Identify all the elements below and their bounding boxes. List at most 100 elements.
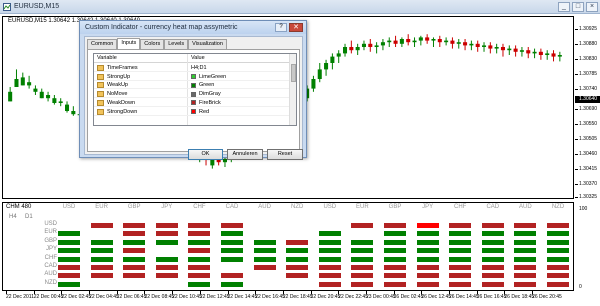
input-value[interactable]: Green <box>199 82 214 88</box>
reset-button[interactable]: Reset <box>267 149 303 160</box>
input-row[interactable]: StrongUp LimeGreen <box>94 73 290 81</box>
heatmap-cell <box>351 281 374 287</box>
candle-body <box>557 55 562 57</box>
time-tick-label: 22 Dec 00:45 <box>33 291 64 300</box>
heatmap-cell <box>416 265 439 270</box>
heatmap-cell <box>123 248 146 254</box>
minimize-button[interactable]: _ <box>558 2 570 12</box>
heatmap-column-header: NZD <box>551 204 565 210</box>
column-header-value[interactable]: Value <box>191 55 205 61</box>
heatmap-cell <box>155 231 178 237</box>
maximize-button[interactable]: □ <box>572 2 584 12</box>
heatmap-cell <box>514 273 537 279</box>
candle-body <box>39 91 44 99</box>
time-tick-label: 22 Dec 06:45 <box>116 291 147 300</box>
input-row[interactable]: StrongDown Red <box>94 108 290 116</box>
heatmap-cell <box>351 239 374 245</box>
timeframe-label: D1 <box>25 214 33 220</box>
candle-body <box>336 53 341 57</box>
heatmap-cell <box>123 273 146 279</box>
candle-body <box>374 45 379 47</box>
candle-body <box>450 40 455 44</box>
window-title-bar: EURUSD,M15 _ □ × <box>0 0 600 14</box>
candle-body <box>46 95 51 99</box>
tab-visualization[interactable]: Visualization <box>188 39 227 49</box>
heatmap-cell <box>188 231 211 237</box>
input-variable-name: StrongDown <box>107 108 138 115</box>
candle-body <box>14 79 19 87</box>
heatmap-column-header: AUD <box>258 204 271 210</box>
heatmap-cell <box>286 273 309 279</box>
dialog-close-button[interactable]: ✕ <box>289 23 303 32</box>
parameter-icon <box>97 99 104 106</box>
time-axis: 22 Dec 2011 22 Dec 00:45 22 Dec 02:45 22 De… <box>2 291 574 306</box>
input-row[interactable]: WeakUp Green <box>94 81 290 90</box>
color-swatch <box>191 74 196 80</box>
column-header-variable[interactable]: Variable <box>97 55 117 61</box>
candle-body <box>444 40 449 43</box>
heatmap-cell <box>481 273 504 279</box>
tab-colors[interactable]: Colors <box>140 39 165 49</box>
current-price-label: 1.30640 <box>579 96 598 102</box>
vertical-scrollbar[interactable] <box>289 54 296 125</box>
candle-body <box>52 98 57 103</box>
tab-inputs[interactable]: Inputs <box>117 38 141 49</box>
heatmap-subwindow[interactable]: CHM 480 H4 D1 USD EUR GBP JPY CHF CAD AUD NZD US… <box>2 202 574 291</box>
heatmap-cell <box>514 256 537 262</box>
chart-window-icon <box>3 3 11 11</box>
candle-body <box>343 47 348 54</box>
heatmap-cell <box>416 273 439 279</box>
candle-body <box>399 39 404 44</box>
tab-levels[interactable]: Levels <box>164 39 189 49</box>
ok-button[interactable]: OK <box>188 149 223 160</box>
timeframe-label: H4 <box>9 214 17 220</box>
candle-body <box>456 42 461 44</box>
parameter-icon <box>97 91 104 98</box>
input-value[interactable]: FireBrick <box>199 100 221 106</box>
input-value[interactable]: Red <box>199 109 209 115</box>
price-tick: 1.30740 <box>574 86 598 92</box>
heatmap-cell <box>384 248 406 254</box>
cancel-button[interactable]: Annuleren <box>227 149 263 160</box>
input-row[interactable]: TimeFrames H4;D1 <box>94 64 290 72</box>
candle-body <box>494 47 499 49</box>
parameter-icon <box>97 82 104 89</box>
candle-body <box>368 43 373 47</box>
heatmap-cell <box>514 265 537 270</box>
input-value[interactable]: LimeGreen <box>199 74 226 80</box>
heatmap-column-header: USD <box>62 204 76 210</box>
heatmap-cell <box>155 223 178 228</box>
color-swatch <box>191 109 196 114</box>
parameter-icon <box>97 108 104 115</box>
price-tick: 1.30460 <box>574 151 598 157</box>
heatmap-cell <box>58 265 80 270</box>
heatmap-cell <box>123 265 146 270</box>
heatmap-cell <box>188 223 211 228</box>
heatmap-cell <box>547 248 569 254</box>
input-value[interactable]: H4;D1 <box>191 65 207 71</box>
price-tick: 1.30690 <box>574 106 598 112</box>
heatmap-cell <box>58 256 80 262</box>
color-swatch <box>191 82 196 88</box>
close-window-button[interactable]: × <box>586 2 598 12</box>
input-value[interactable]: DimGray <box>199 91 221 97</box>
price-tick: 1.30415 <box>574 166 598 172</box>
dialog-title-bar[interactable]: Custom Indicator - currency heat map ass… <box>80 21 306 34</box>
scrollbar-thumb[interactable] <box>291 64 296 82</box>
input-row[interactable]: WeakDown FireBrick <box>94 99 290 107</box>
help-button[interactable]: ? <box>275 23 287 32</box>
input-row[interactable]: NoMove DimGray <box>94 90 290 99</box>
heatmap-column-header: CAD <box>486 204 500 210</box>
tab-common[interactable]: Common <box>87 39 118 49</box>
candle-body <box>431 39 436 41</box>
heatmap-cell <box>481 239 504 245</box>
input-variable-name: StrongUp <box>107 73 131 80</box>
candle-body <box>8 91 13 102</box>
heatmap-cell <box>481 281 504 287</box>
heatmap-cell <box>90 239 113 245</box>
heatmap-row-label: AUD <box>44 271 57 278</box>
price-scale[interactable]: 1.30925 1.30880 1.30830 1.30785 1.30740 … <box>574 14 600 214</box>
parameter-icon <box>97 65 104 71</box>
heatmap-cell <box>416 281 439 287</box>
heatmap-cell <box>416 239 439 245</box>
